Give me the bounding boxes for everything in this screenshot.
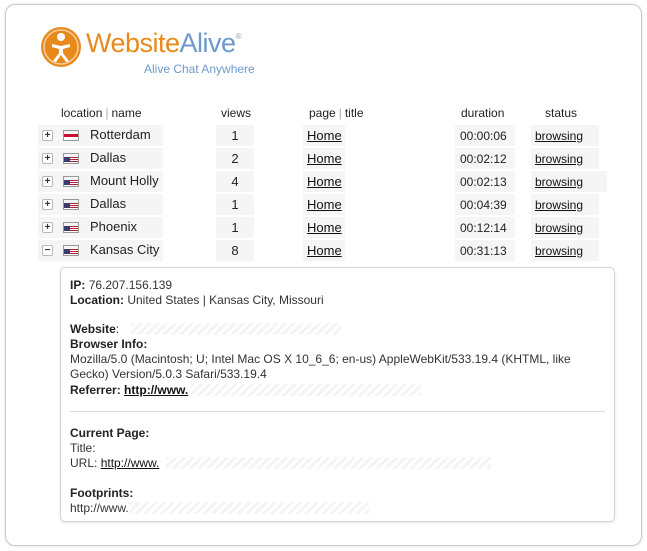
header-status: status — [545, 106, 578, 120]
status-link[interactable]: browsing — [535, 244, 583, 258]
page-link[interactable]: Home — [307, 197, 342, 212]
details-divider — [70, 411, 605, 412]
logo-tagline: Alive Chat Anywhere — [144, 62, 255, 76]
redacted-referrer — [191, 384, 421, 396]
views-count: 1 — [231, 128, 239, 143]
table-row: + Dallas 2 Home 00:02:12 browsing — [0, 148, 647, 170]
redacted-url — [166, 457, 491, 469]
browser-label-line: Browser Info: — [70, 337, 147, 352]
header-views: views — [221, 106, 252, 120]
ip-label: IP: — [70, 278, 86, 292]
duration-value: 00:00:06 — [460, 129, 507, 143]
url-link[interactable]: http://www. — [101, 456, 160, 470]
visitor-details-panel: IP: 76.207.156.139 Location: United Stat… — [60, 267, 615, 522]
status-link[interactable]: browsing — [535, 175, 583, 189]
logo-word-alive: Alive — [179, 28, 237, 58]
header-page-title: page | title — [309, 106, 364, 120]
duration-value: 00:02:12 — [460, 152, 507, 166]
city-name: Kansas City — [90, 242, 160, 257]
header-name: name — [111, 106, 142, 120]
page-link[interactable]: Home — [307, 220, 342, 235]
table-row: + Rotterdam 1 Home 00:00:06 browsing — [0, 125, 647, 147]
logo-word-website: Website — [86, 28, 180, 58]
ip-value: 76.207.156.139 — [88, 278, 173, 292]
page-link[interactable]: Home — [307, 128, 342, 143]
table-row: − Kansas City 8 Home 00:31:13 browsing — [0, 240, 647, 262]
location-line: Location: United States | Kansas City, M… — [70, 293, 324, 308]
referrer-line: Referrer: http://www. — [70, 383, 188, 398]
views-count: 1 — [231, 220, 239, 235]
registered-mark: ® — [235, 32, 242, 41]
website-colon: : — [115, 322, 120, 336]
header-duration: duration — [461, 106, 505, 120]
redacted-website — [131, 323, 341, 335]
us-flag-icon — [63, 245, 79, 256]
logo-wordmark: WebsiteAlive® — [86, 28, 242, 59]
page-link[interactable]: Home — [307, 151, 342, 166]
header-location: location — [61, 106, 103, 120]
collapse-icon[interactable]: − — [42, 245, 53, 256]
us-flag-icon — [63, 199, 79, 210]
current-page-label: Current Page: — [70, 426, 150, 440]
expand-icon[interactable]: + — [42, 130, 53, 141]
city-name: Dallas — [90, 196, 127, 211]
table-row: + Mount Holly 4 Home 00:02:13 browsing — [0, 171, 647, 193]
status-link[interactable]: browsing — [535, 129, 583, 143]
referrer-link[interactable]: http://www. — [124, 383, 188, 397]
expand-icon[interactable]: + — [42, 222, 53, 233]
views-count: 8 — [231, 243, 239, 258]
current-page-line: Current Page: — [70, 426, 149, 441]
duration-value: 00:02:13 — [460, 175, 507, 189]
footprints-value: http://www. — [70, 501, 129, 515]
expand-icon[interactable]: + — [42, 199, 53, 210]
city-name: Phoenix — [90, 219, 137, 234]
referrer-label: Referrer: — [70, 383, 121, 397]
us-flag-icon — [63, 153, 79, 164]
header-location-name: location | name — [61, 106, 142, 120]
views-count: 1 — [231, 197, 239, 212]
header-separator: | — [105, 106, 109, 120]
duration-value: 00:04:39 — [460, 198, 507, 212]
footprints-line: Footprints: — [70, 486, 133, 501]
status-link[interactable]: browsing — [535, 221, 583, 235]
header-separator: | — [338, 106, 342, 120]
netherlands-flag-icon — [63, 130, 79, 141]
website-label: Website — [70, 322, 116, 336]
header-page: page — [309, 106, 336, 120]
city-name: Dallas — [90, 150, 127, 165]
expand-icon[interactable]: + — [42, 176, 53, 187]
status-link[interactable]: browsing — [535, 198, 583, 212]
redacted-footprints — [129, 502, 369, 514]
us-flag-icon — [63, 176, 79, 187]
expand-icon[interactable]: + — [42, 153, 53, 164]
city-name: Mount Holly — [90, 173, 159, 188]
url-line: URL: http://www. — [70, 456, 159, 471]
title-line: Title: — [70, 441, 96, 455]
ip-line: IP: 76.207.156.139 — [70, 278, 172, 293]
status-link[interactable]: browsing — [535, 152, 583, 166]
views-count: 4 — [231, 174, 239, 189]
page-link[interactable]: Home — [307, 174, 342, 189]
us-flag-icon — [63, 222, 79, 233]
duration-value: 00:31:13 — [460, 244, 507, 258]
table-row: + Dallas 1 Home 00:04:39 browsing — [0, 194, 647, 216]
url-label: URL: — [70, 456, 98, 470]
location-value: United States | Kansas City, Missouri — [127, 293, 324, 307]
website-line: Website: — [70, 322, 119, 337]
location-label: Location: — [70, 293, 124, 307]
city-name: Rotterdam — [90, 127, 151, 142]
browser-label: Browser Info: — [70, 337, 148, 351]
table-row: + Phoenix 1 Home 00:12:14 browsing — [0, 217, 647, 239]
page-link[interactable]: Home — [307, 243, 342, 258]
browser-line-1: Mozilla/5.0 (Macintosh; U; Intel Mac OS … — [70, 352, 571, 366]
duration-value: 00:12:14 — [460, 221, 507, 235]
footprints-label: Footprints: — [70, 486, 134, 500]
header-title: title — [344, 106, 364, 120]
person-figure-icon — [41, 27, 81, 67]
browser-line-2: Gecko) Version/5.0.3 Safari/533.19.4 — [70, 367, 267, 381]
views-count: 2 — [231, 151, 239, 166]
